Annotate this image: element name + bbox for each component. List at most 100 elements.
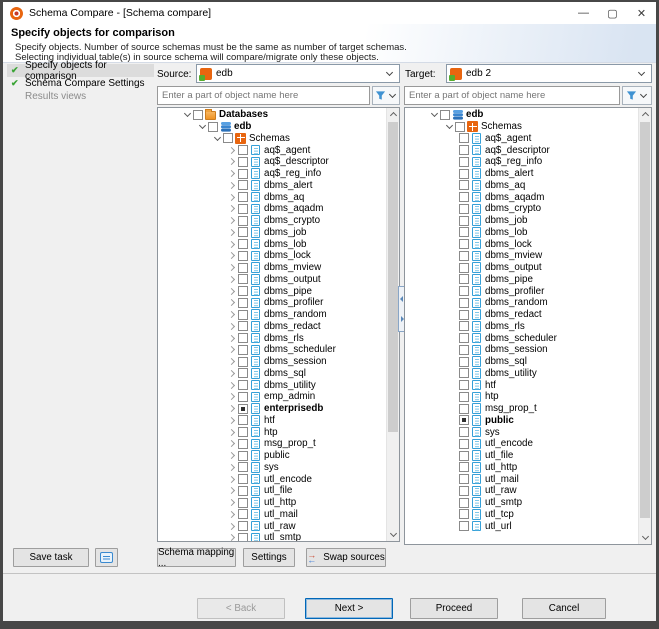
checkbox[interactable] bbox=[238, 357, 248, 367]
tree-node-dbms_session[interactable]: dbms_session bbox=[405, 344, 638, 356]
chevron-collapsed-icon[interactable] bbox=[227, 427, 238, 438]
swap-sources-button[interactable]: →← Swap sources bbox=[306, 548, 386, 567]
checkbox[interactable] bbox=[238, 286, 248, 296]
tree-node-dbms_mview[interactable]: dbms_mview bbox=[405, 250, 638, 262]
target-tree-scrollbar[interactable] bbox=[638, 108, 651, 544]
tree-node-dbms_job[interactable]: dbms_job bbox=[405, 215, 638, 227]
tree-node-dbms_sql[interactable]: dbms_sql bbox=[158, 368, 386, 380]
chevron-collapsed-icon[interactable] bbox=[227, 380, 238, 391]
tree-node-dbms_output[interactable]: dbms_output bbox=[158, 274, 386, 286]
tree-node-dbms_crypto[interactable]: dbms_crypto bbox=[158, 215, 386, 227]
checkbox[interactable] bbox=[238, 298, 248, 308]
chevron-collapsed-icon[interactable] bbox=[227, 274, 238, 285]
wizard-step-schema-compare-settings[interactable]: ✔Schema Compare Settings bbox=[7, 77, 154, 90]
checkbox[interactable] bbox=[238, 380, 248, 390]
tree-node-utl_smtp[interactable]: utl_smtp bbox=[158, 532, 386, 541]
tree-node-utl_file[interactable]: utl_file bbox=[405, 450, 638, 462]
target-connection-select[interactable]: edb 2 bbox=[446, 64, 652, 83]
tree-node-public[interactable]: public bbox=[405, 415, 638, 427]
checkbox[interactable] bbox=[238, 157, 248, 167]
checkbox[interactable] bbox=[459, 227, 469, 237]
checkbox[interactable] bbox=[238, 533, 248, 541]
checkbox[interactable] bbox=[238, 263, 248, 273]
tree-node-Schemas[interactable]: Schemas bbox=[158, 133, 386, 145]
tree-node-dbms_scheduler[interactable]: dbms_scheduler bbox=[405, 332, 638, 344]
tree-node-dbms_redact[interactable]: dbms_redact bbox=[158, 321, 386, 333]
chevron-collapsed-icon[interactable] bbox=[227, 368, 238, 379]
maximize-icon[interactable]: ▢ bbox=[598, 2, 627, 24]
wizard-step-results-views[interactable]: ✔Results views bbox=[7, 90, 154, 103]
checkbox[interactable] bbox=[459, 368, 469, 378]
next-button[interactable]: Next > bbox=[305, 598, 393, 619]
checkbox[interactable] bbox=[238, 204, 248, 214]
checkbox[interactable] bbox=[459, 380, 469, 390]
checkbox[interactable] bbox=[238, 227, 248, 237]
checkbox[interactable] bbox=[459, 133, 469, 143]
tree-node-aq$_agent[interactable]: aq$_agent bbox=[405, 133, 638, 145]
tree-node-dbms_rls[interactable]: dbms_rls bbox=[405, 321, 638, 333]
tree-node-dbms_alert[interactable]: dbms_alert bbox=[158, 180, 386, 192]
tree-node-htf[interactable]: htf bbox=[405, 379, 638, 391]
scroll-down-icon[interactable] bbox=[387, 528, 399, 541]
checkbox[interactable] bbox=[238, 474, 248, 484]
checkbox[interactable] bbox=[459, 310, 469, 320]
scroll-up-icon[interactable] bbox=[639, 108, 651, 121]
schema-mapping-button[interactable]: Schema mapping ... bbox=[157, 548, 236, 567]
checkbox[interactable] bbox=[238, 192, 248, 202]
cancel-button[interactable]: Cancel bbox=[522, 598, 606, 619]
tree-node-dbms_redact[interactable]: dbms_redact bbox=[405, 309, 638, 321]
tree-node-msg_prop_t[interactable]: msg_prop_t bbox=[405, 403, 638, 415]
tree-node-htp[interactable]: htp bbox=[158, 426, 386, 438]
source-filter-input[interactable] bbox=[157, 86, 370, 105]
tree-node-dbms_pipe[interactable]: dbms_pipe bbox=[405, 274, 638, 286]
checkbox[interactable] bbox=[238, 486, 248, 496]
checkbox[interactable] bbox=[459, 486, 469, 496]
checkbox[interactable] bbox=[238, 274, 248, 284]
chevron-collapsed-icon[interactable] bbox=[227, 521, 238, 532]
tree-node-dbms_scheduler[interactable]: dbms_scheduler bbox=[158, 344, 386, 356]
scrollbar-thumb[interactable] bbox=[640, 122, 650, 518]
checkbox[interactable] bbox=[459, 157, 469, 167]
checkbox[interactable] bbox=[238, 333, 248, 343]
chevron-collapsed-icon[interactable] bbox=[227, 239, 238, 250]
chevron-expanded-icon[interactable] bbox=[212, 133, 223, 144]
tree-node-dbms_crypto[interactable]: dbms_crypto bbox=[405, 203, 638, 215]
checkbox[interactable] bbox=[459, 145, 469, 155]
tree-node-dbms_utility[interactable]: dbms_utility bbox=[158, 379, 386, 391]
tree-node-dbms_alert[interactable]: dbms_alert bbox=[405, 168, 638, 180]
checkbox[interactable] bbox=[459, 451, 469, 461]
tree-node-dbms_random[interactable]: dbms_random bbox=[405, 297, 638, 309]
checkbox[interactable] bbox=[238, 216, 248, 226]
tree-node-utl_raw[interactable]: utl_raw bbox=[405, 485, 638, 497]
checkbox[interactable] bbox=[459, 251, 469, 261]
chevron-collapsed-icon[interactable] bbox=[227, 321, 238, 332]
tree-node-dbms_profiler[interactable]: dbms_profiler bbox=[158, 297, 386, 309]
checkbox[interactable] bbox=[238, 251, 248, 261]
checkbox[interactable] bbox=[459, 239, 469, 249]
tree-node-htp[interactable]: htp bbox=[405, 391, 638, 403]
tree-node-dbms_output[interactable]: dbms_output bbox=[405, 262, 638, 274]
chevron-collapsed-icon[interactable] bbox=[227, 450, 238, 461]
chevron-collapsed-icon[interactable] bbox=[227, 168, 238, 179]
tree-node-dbms_pipe[interactable]: dbms_pipe bbox=[158, 285, 386, 297]
checkbox[interactable] bbox=[238, 509, 248, 519]
chevron-collapsed-icon[interactable] bbox=[227, 309, 238, 320]
tree-node-enterprisedb[interactable]: enterprisedb bbox=[158, 403, 386, 415]
checkbox[interactable] bbox=[238, 239, 248, 249]
checkbox[interactable] bbox=[459, 298, 469, 308]
checkbox[interactable] bbox=[455, 122, 465, 132]
checkbox[interactable] bbox=[459, 404, 469, 414]
tree-node-dbms_rls[interactable]: dbms_rls bbox=[158, 332, 386, 344]
target-filter-input[interactable] bbox=[404, 86, 620, 105]
checkbox[interactable] bbox=[459, 462, 469, 472]
checkbox[interactable] bbox=[238, 368, 248, 378]
tree-node-dbms_mview[interactable]: dbms_mview bbox=[158, 262, 386, 274]
chevron-collapsed-icon[interactable] bbox=[227, 145, 238, 156]
checkbox[interactable] bbox=[459, 274, 469, 284]
tree-node-utl_file[interactable]: utl_file bbox=[158, 485, 386, 497]
tree-node-msg_prop_t[interactable]: msg_prop_t bbox=[158, 438, 386, 450]
chevron-expanded-icon[interactable] bbox=[444, 121, 455, 132]
tree-node-Databases[interactable]: Databases bbox=[158, 109, 386, 121]
checkbox[interactable] bbox=[459, 521, 469, 531]
checkbox[interactable] bbox=[459, 509, 469, 519]
